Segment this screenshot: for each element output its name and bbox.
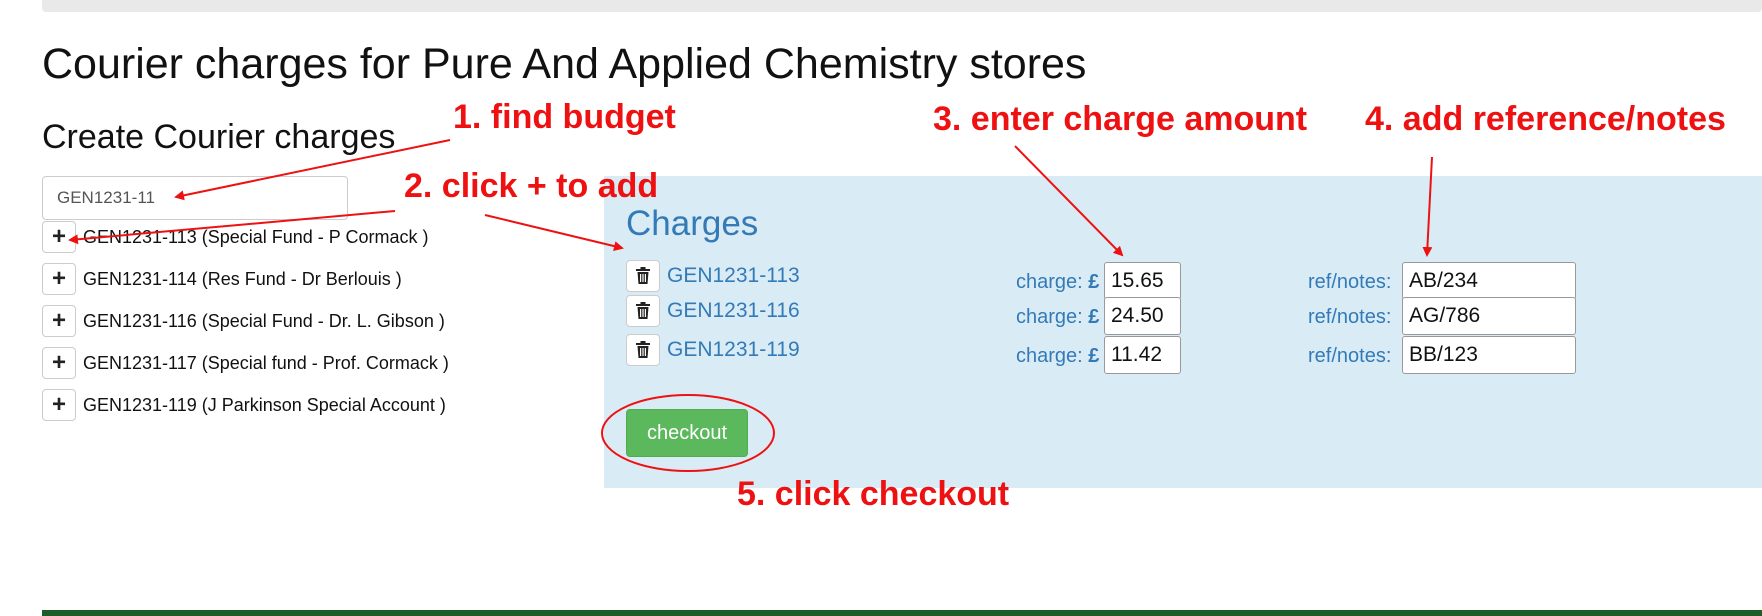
annotation-step-5: 5. click checkout bbox=[737, 475, 1010, 513]
annotation-step-4: 4. add reference/notes bbox=[1365, 100, 1726, 138]
arrow-to-charges bbox=[484, 214, 624, 251]
annotation-step-1: 1. find budget bbox=[453, 98, 676, 136]
arrow-to-charge-input bbox=[1014, 145, 1124, 257]
annotation-overlay bbox=[68, 139, 1433, 472]
arrow-to-plus bbox=[68, 210, 396, 245]
arrow-to-ref-input bbox=[1422, 156, 1433, 257]
checkout-highlight-ellipse bbox=[601, 394, 775, 472]
annotation-step-2: 2. click + to add bbox=[404, 167, 659, 205]
annotation-step-3: 3. enter charge amount bbox=[933, 100, 1308, 138]
